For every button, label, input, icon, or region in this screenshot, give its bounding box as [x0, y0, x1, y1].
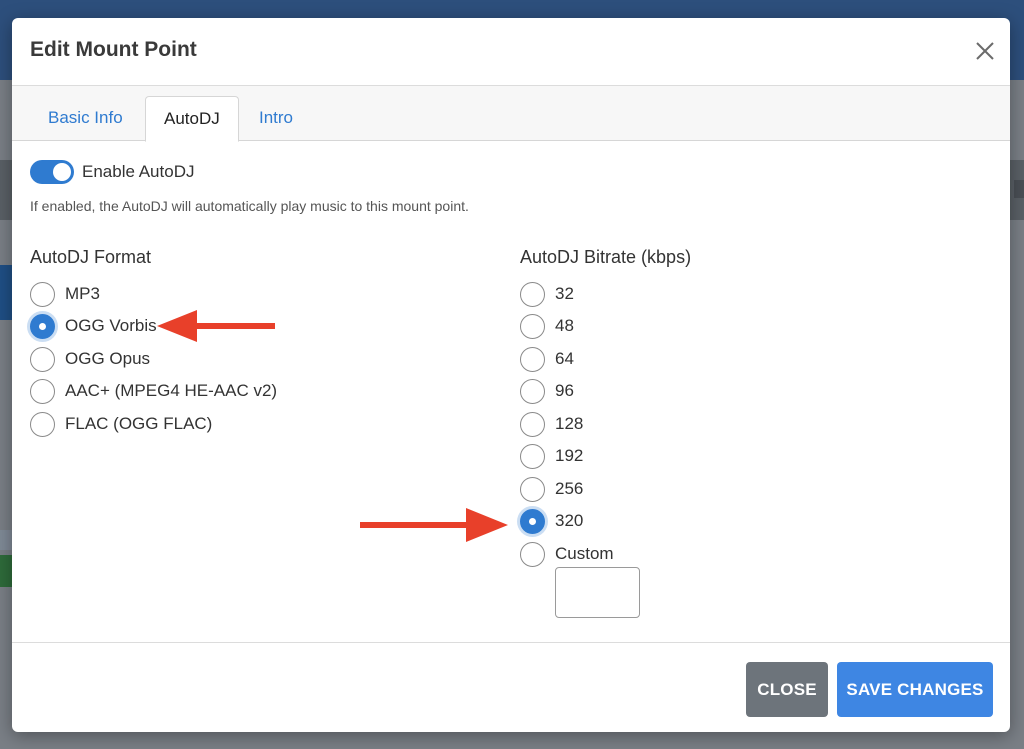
close-button[interactable]: CLOSE [746, 662, 828, 717]
format-option-aac[interactable]: AAC+ (MPEG4 HE-AAC v2) [30, 377, 277, 405]
autodj-format-label: AutoDJ Format [30, 247, 152, 267]
radio-label: 48 [555, 316, 574, 335]
bitrate-option-48[interactable]: 48 [520, 312, 574, 340]
bitrate-option-32[interactable]: 32 [520, 280, 574, 308]
radio-button[interactable] [520, 443, 545, 469]
modal-title: Edit Mount Point [30, 38, 197, 61]
save-changes-button[interactable]: SAVE CHANGES [837, 662, 993, 717]
tab-basic-info[interactable]: Basic Info [30, 96, 141, 142]
format-option-ogg-vorbis[interactable]: OGG Vorbis [30, 312, 157, 340]
bitrate-option-320[interactable]: 320 [520, 507, 583, 535]
radio-button[interactable] [30, 281, 55, 307]
format-option-ogg-opus[interactable]: OGG Opus [30, 345, 150, 373]
bitrate-option-64[interactable]: 64 [520, 345, 574, 373]
enable-autodj-toggle[interactable] [30, 160, 74, 184]
radio-label: 96 [555, 381, 574, 400]
tab-autodj[interactable]: AutoDJ [145, 96, 239, 142]
arrow-icon [157, 310, 275, 342]
radio-button[interactable] [30, 411, 55, 437]
bitrate-option-custom[interactable]: Custom [520, 540, 614, 568]
radio-button-selected[interactable] [30, 313, 55, 339]
format-option-flac[interactable]: FLAC (OGG FLAC) [30, 410, 212, 438]
bitrate-option-256[interactable]: 256 [520, 475, 583, 503]
tab-intro[interactable]: Intro [241, 96, 311, 142]
enable-autodj-label: Enable AutoDJ [82, 162, 195, 181]
radio-button[interactable] [520, 281, 545, 307]
arrow-icon [360, 508, 508, 542]
autodj-bitrate-label: AutoDJ Bitrate (kbps) [520, 247, 692, 267]
radio-label: FLAC (OGG FLAC) [65, 414, 213, 433]
radio-button-selected[interactable] [520, 508, 545, 534]
format-option-mp3[interactable]: MP3 [30, 280, 100, 308]
radio-label: 192 [555, 446, 584, 465]
radio-button[interactable] [520, 346, 545, 372]
radio-button[interactable] [520, 411, 545, 437]
bitrate-option-128[interactable]: 128 [520, 410, 583, 438]
radio-label: MP3 [65, 284, 100, 303]
toggle-knob [53, 163, 71, 181]
radio-label: Custom [555, 544, 614, 563]
autodj-help-text: If enabled, the AutoDJ will automaticall… [30, 198, 469, 214]
edit-mount-point-modal: Edit Mount Point Basic Info AutoDJ Intro… [12, 18, 1010, 732]
radio-label: AAC+ (MPEG4 HE-AAC v2) [65, 381, 278, 400]
radio-label: 64 [555, 349, 574, 368]
radio-label: 320 [555, 511, 584, 530]
modal-header: Edit Mount Point [12, 18, 1010, 86]
radio-button[interactable] [520, 476, 545, 502]
radio-label: 256 [555, 479, 584, 498]
radio-button[interactable] [520, 313, 545, 339]
close-icon[interactable] [974, 40, 996, 62]
custom-bitrate-input[interactable] [555, 567, 640, 618]
radio-button[interactable] [520, 378, 545, 404]
radio-label: OGG Vorbis [65, 316, 157, 335]
radio-label: 128 [555, 414, 584, 433]
radio-label: OGG Opus [65, 349, 151, 368]
radio-button[interactable] [30, 346, 55, 372]
bitrate-option-96[interactable]: 96 [520, 377, 574, 405]
background-text-edge [1014, 180, 1024, 198]
radio-button[interactable] [30, 378, 55, 404]
modal-footer: CLOSE SAVE CHANGES [12, 642, 1010, 732]
radio-label: 32 [555, 284, 574, 303]
radio-button[interactable] [520, 541, 545, 567]
bitrate-option-192[interactable]: 192 [520, 442, 583, 470]
tab-bar: Basic Info AutoDJ Intro [12, 86, 1010, 142]
